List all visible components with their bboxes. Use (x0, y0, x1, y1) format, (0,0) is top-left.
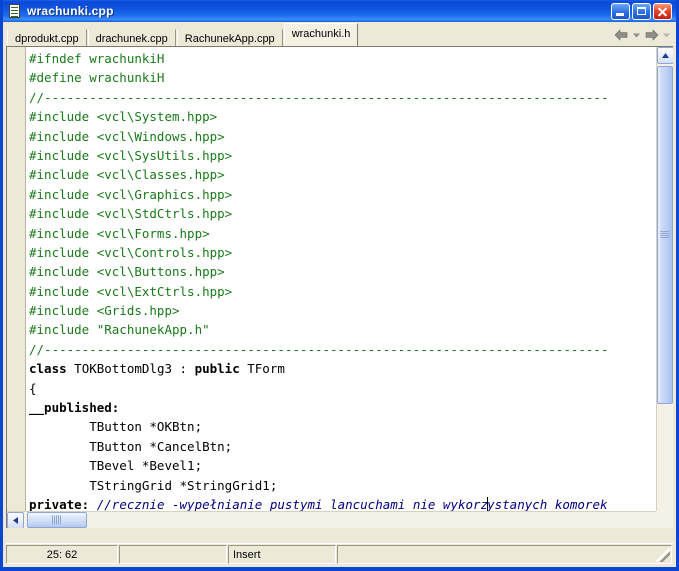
tab-strip: dprodukt.cpp drachunek.cpp RachunekApp.c… (3, 22, 676, 48)
code-token: //--------------------------------------… (29, 89, 609, 105)
status-modified (119, 545, 227, 564)
code-line: __published: (29, 398, 656, 417)
code-token: #include <vcl\Controls.hpp> (29, 244, 233, 260)
code-line: #define wrachunkiH (29, 68, 656, 87)
back-arrow-icon[interactable] (613, 27, 630, 43)
code-token: #include <Grids.hpp> (29, 303, 180, 319)
close-button[interactable] (653, 2, 672, 20)
scroll-left-button[interactable] (7, 512, 24, 528)
code-line: private: //recznie -wypełnianie pustymi … (29, 495, 656, 511)
code-line: #include <vcl\System.hpp> (29, 107, 656, 126)
code-line: #include "RachunekApp.h" (29, 320, 656, 339)
title-bar: wrachunki.cpp (3, 0, 676, 22)
status-cursor-position: 25: 62 (6, 545, 118, 564)
code-token: TOKBottomDlg3 : (66, 361, 195, 377)
code-token: ystanych komorek (487, 496, 608, 511)
forward-dropdown-icon[interactable] (661, 27, 672, 43)
code-token: #include <vcl\Forms.hpp> (29, 225, 210, 241)
status-insert-mode: Insert (228, 545, 336, 564)
code-token: #include <vcl\System.hpp> (29, 109, 218, 125)
document-icon (7, 3, 23, 19)
code-token: //recznie -wypełnianie pustymi lancucham… (96, 496, 489, 511)
scroll-up-button[interactable] (657, 47, 673, 64)
code-line: class TOKBottomDlg3 : public TForm (29, 359, 656, 378)
code-line: //--------------------------------------… (29, 340, 656, 359)
code-token: class (29, 361, 67, 377)
code-token: TBevel *Bevel1; (29, 458, 203, 474)
code-token: //--------------------------------------… (29, 341, 609, 357)
code-token: #define wrachunkiH (29, 70, 165, 86)
code-token: public (194, 361, 240, 377)
code-line: TStringGrid *StringGrid1; (29, 476, 656, 495)
editor-window: wrachunki.cpp dprodukt.cpp drachunek.cpp… (0, 0, 679, 571)
code-line: #include <vcl\StdCtrls.hpp> (29, 204, 656, 223)
minimize-button[interactable] (611, 2, 630, 20)
code-editor[interactable]: #ifndef wrachunkiH #define wrachunkiH //--… (6, 46, 673, 528)
code-line: #include <vcl\ExtCtrls.hpp> (29, 282, 656, 301)
code-token: TForm (239, 361, 285, 377)
code-line: #include <vcl\Graphics.hpp> (29, 185, 656, 204)
code-line: { (29, 379, 656, 398)
vertical-scrollbar[interactable] (656, 47, 673, 511)
code-line: #include <vcl\Controls.hpp> (29, 243, 656, 262)
tab-wrachunki-h[interactable]: wrachunki.h (283, 23, 359, 46)
editor-viewport[interactable]: #ifndef wrachunkiH #define wrachunkiH //--… (7, 47, 656, 511)
code-token: #include <vcl\StdCtrls.hpp> (29, 206, 233, 222)
code-line: TButton *OKBtn; (29, 417, 656, 436)
code-token: #ifndef wrachunkiH (29, 51, 165, 66)
code-line: TButton *CancelBtn; (29, 437, 656, 456)
code-token: #include <vcl\Graphics.hpp> (29, 186, 233, 202)
scrollbar-corner (656, 511, 673, 528)
code-token: TButton *OKBtn; (29, 419, 203, 435)
code-line: #ifndef wrachunkiH (29, 49, 656, 68)
code-token: #include <vcl\Windows.hpp> (29, 128, 225, 144)
maximize-button[interactable] (632, 2, 651, 20)
code-token: #include "RachunekApp.h" (29, 322, 210, 338)
resize-grip-icon[interactable] (656, 548, 670, 562)
code-token: #include <vcl\SysUtils.hpp> (29, 147, 233, 163)
code-line: #include <vcl\Forms.hpp> (29, 224, 656, 243)
window-title: wrachunki.cpp (27, 4, 114, 18)
code-token: #include <vcl\Buttons.hpp> (29, 264, 225, 280)
code-line: #include <vcl\Buttons.hpp> (29, 262, 656, 281)
code-line: //--------------------------------------… (29, 88, 656, 107)
source-code[interactable]: #ifndef wrachunkiH #define wrachunkiH //--… (26, 47, 656, 511)
horizontal-scrollbar[interactable] (7, 511, 656, 528)
status-extra (337, 545, 672, 564)
code-token: TButton *CancelBtn; (29, 438, 233, 454)
back-dropdown-icon[interactable] (631, 27, 642, 43)
code-line: #include <vcl\Windows.hpp> (29, 127, 656, 146)
code-line: #include <Grids.hpp> (29, 301, 656, 320)
code-token: private: (29, 496, 90, 511)
code-line: TBevel *Bevel1; (29, 456, 656, 475)
code-token: { (29, 380, 37, 396)
editor-gutter (7, 47, 26, 511)
vertical-scroll-thumb[interactable] (657, 65, 673, 405)
code-line: #include <vcl\Classes.hpp> (29, 165, 656, 184)
tab-navigation (609, 27, 676, 45)
status-bar: 25: 62 Insert (6, 543, 673, 565)
code-token: TStringGrid *StringGrid1; (29, 477, 278, 493)
code-token: #include <vcl\Classes.hpp> (29, 167, 225, 183)
forward-arrow-icon[interactable] (643, 27, 660, 43)
caption-buttons (611, 2, 674, 20)
code-line: #include <vcl\SysUtils.hpp> (29, 146, 656, 165)
code-token: #include <vcl\ExtCtrls.hpp> (29, 283, 233, 299)
code-token: __published: (29, 400, 120, 416)
horizontal-scroll-thumb[interactable] (27, 512, 87, 528)
